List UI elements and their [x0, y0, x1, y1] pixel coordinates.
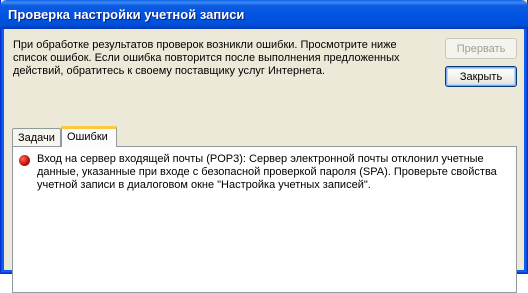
dialog-window: Проверка настройки учетной записи При об… — [0, 0, 528, 293]
stop-button[interactable]: Прервать — [445, 38, 517, 59]
tab-panel-errors: Вход на сервер входящей почты (POP3): Се… — [12, 146, 517, 293]
tab-errors[interactable]: Ошибки — [61, 126, 117, 147]
error-icon — [19, 155, 30, 166]
title-bar[interactable]: Проверка настройки учетной записи — [0, 0, 528, 29]
errors-list[interactable]: Вход на сервер входящей почты (POP3): Се… — [15, 149, 513, 289]
dialog-body: При обработке результатов проверок возни… — [4, 29, 524, 293]
status-message: При обработке результатов проверок возни… — [13, 39, 400, 77]
tab-tasks[interactable]: Задачи — [12, 128, 61, 146]
close-button[interactable]: Закрыть — [445, 66, 517, 87]
error-message: Вход на сервер входящей почты (POP3): Се… — [37, 153, 497, 191]
window-title: Проверка настройки учетной записи — [8, 7, 245, 22]
window-frame-right — [524, 29, 527, 273]
